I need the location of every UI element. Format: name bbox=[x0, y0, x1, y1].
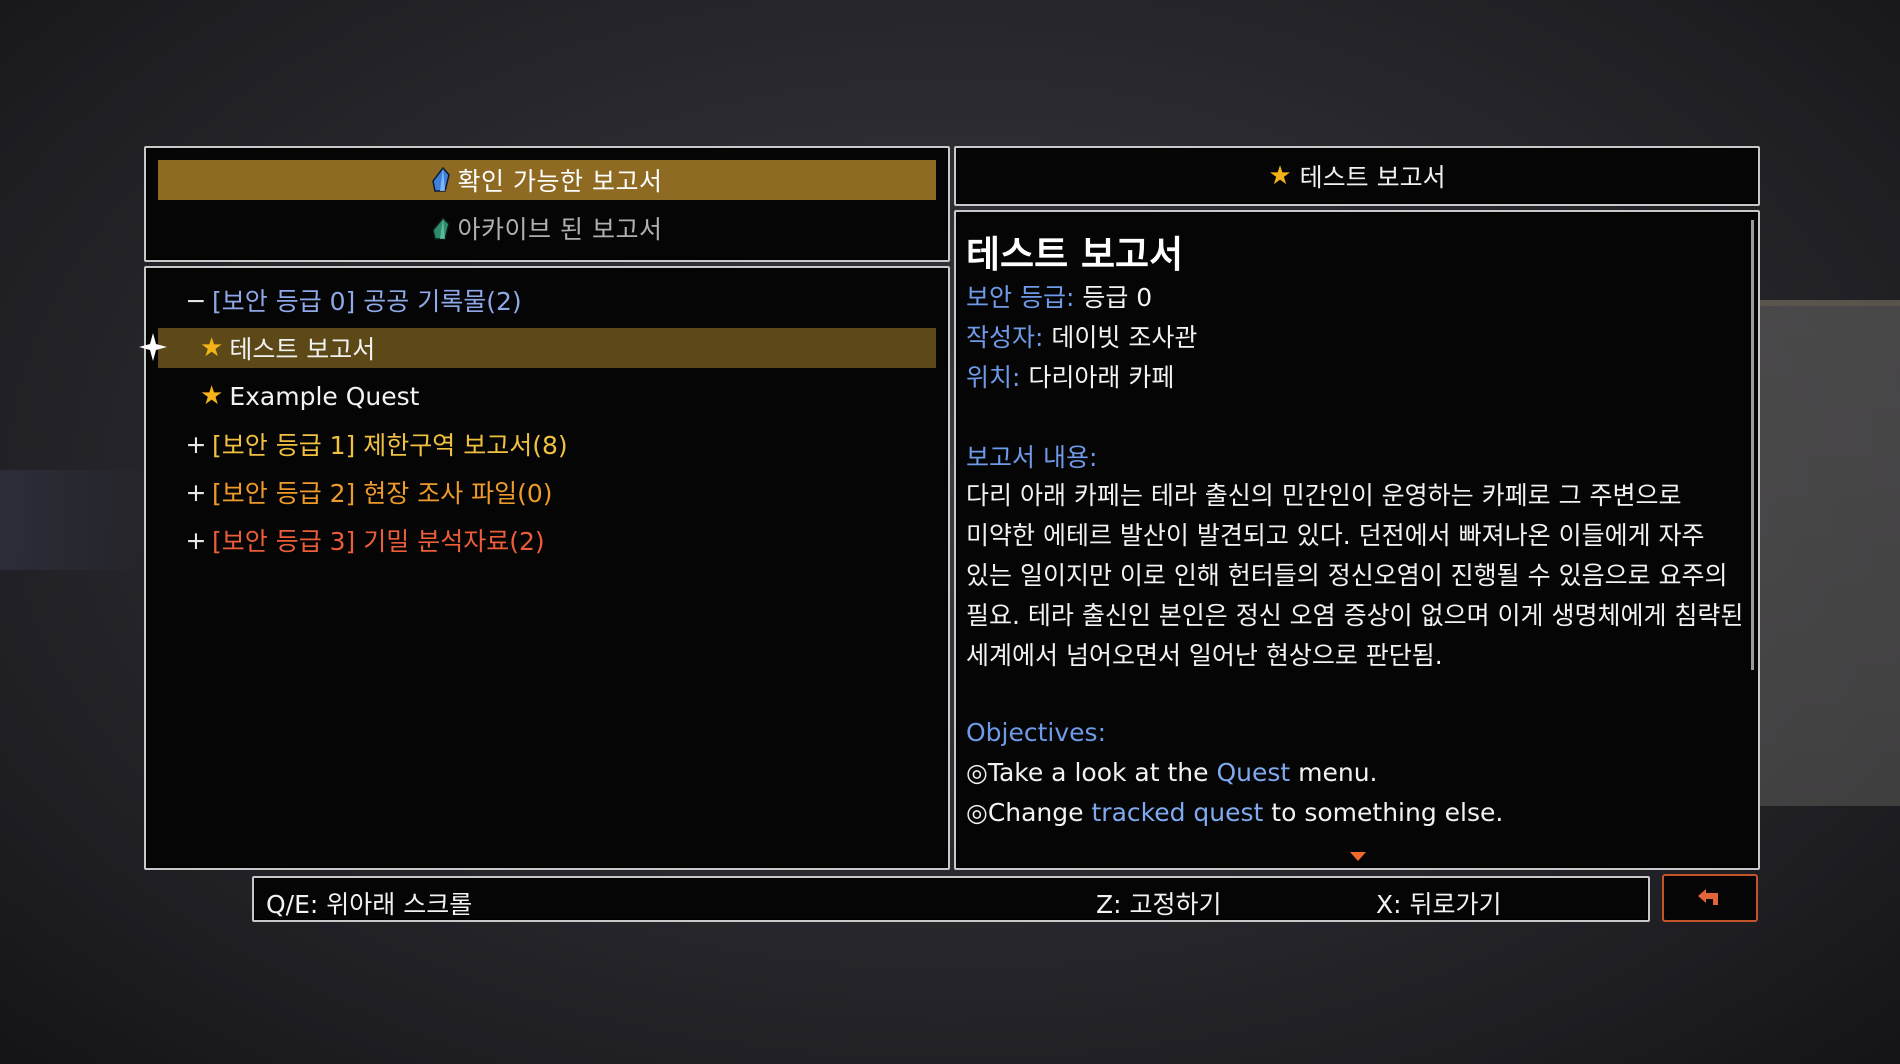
objective-item: ◎Change tracked quest to something else. bbox=[966, 798, 1503, 827]
expand-sign: + bbox=[185, 525, 207, 555]
objective-keyword: tracked quest bbox=[1091, 798, 1264, 827]
location-value: 다리아래 카페 bbox=[1028, 363, 1175, 392]
back-arrow-icon bbox=[1698, 889, 1718, 905]
objective-item: ◎Take a look at the Quest menu. bbox=[966, 758, 1378, 787]
security-grade-label: 보안 등급: bbox=[966, 283, 1075, 312]
back-button[interactable] bbox=[1662, 874, 1758, 922]
list-item-example-quest[interactable]: ★ Example Quest bbox=[158, 376, 936, 416]
list-item-grade1-group[interactable]: + [보안 등급 1] 제한구역 보고서(8) bbox=[158, 424, 936, 464]
back-hint: X: 뒤로가기 bbox=[1376, 890, 1502, 919]
collapse-sign: − bbox=[185, 285, 207, 315]
list-item-label: [보안 등급 1] 제한구역 보고서(8) bbox=[212, 431, 568, 460]
list-item-label: [보안 등급 3] 기밀 분석자료(2) bbox=[212, 527, 545, 556]
objective-text: ◎Change bbox=[966, 798, 1092, 827]
pin-hint: Z: 고정하기 bbox=[1096, 890, 1222, 919]
star-icon: ★ bbox=[1268, 161, 1292, 191]
scroll-hint: Q/E: 위아래 스크롤 bbox=[266, 890, 473, 919]
star-icon: ★ bbox=[200, 333, 224, 363]
objective-text: ◎Take a look at the bbox=[966, 758, 1217, 787]
report-list-panel: − [보안 등급 0] 공공 기록물(2) ★ 테스트 보고서 ★ Exampl… bbox=[139, 266, 950, 870]
detail-header: ★ 테스트 보고서 bbox=[954, 146, 1760, 206]
content-line: 세계에서 넘어오면서 일어난 현상으로 판단됨. bbox=[966, 641, 1443, 670]
objective-keyword: Quest bbox=[1216, 758, 1291, 787]
security-grade-line: 보안 등급: 등급 0 bbox=[966, 278, 1152, 314]
crystal-icon bbox=[431, 167, 450, 192]
background-hud-blur bbox=[0, 470, 150, 570]
report-tabs-panel: 확인 가능한 보고서 아카이브 된 보고서 bbox=[144, 146, 950, 262]
tab-available-reports[interactable]: 확인 가능한 보고서 bbox=[158, 160, 936, 200]
list-item-grade0-group[interactable]: − [보안 등급 0] 공공 기록물(2) bbox=[158, 280, 936, 320]
crystal-icon bbox=[431, 216, 450, 240]
content-label: 보고서 내용: bbox=[966, 443, 1098, 472]
list-item-label: [보안 등급 0] 공공 기록물(2) bbox=[212, 287, 522, 316]
list-item-label: [보안 등급 2] 현장 조사 파일(0) bbox=[212, 479, 553, 508]
background-wall bbox=[1740, 300, 1900, 806]
expand-sign: + bbox=[185, 429, 207, 459]
detail-header-title: 테스트 보고서 bbox=[1299, 163, 1446, 192]
list-item-grade2-group[interactable]: + [보안 등급 2] 현장 조사 파일(0) bbox=[158, 472, 936, 512]
content-line: 있는 일이지만 이로 인해 헌터들의 정신오염이 진행될 수 있음으로 요주의 bbox=[966, 561, 1728, 590]
author-line: 작성자: 데이빗 조사관 bbox=[966, 318, 1197, 354]
report-detail-panel[interactable]: 테스트 보고서 보안 등급: 등급 0 작성자: 데이빗 조사관 위치: 다리아… bbox=[954, 210, 1760, 870]
list-item-grade3-group[interactable]: + [보안 등급 3] 기밀 분석자료(2) bbox=[158, 520, 936, 560]
objective-text: to something else. bbox=[1263, 798, 1504, 827]
expand-sign: + bbox=[185, 477, 207, 507]
scroll-down-indicator-icon bbox=[1350, 852, 1366, 861]
list-item-test-report[interactable]: ★ 테스트 보고서 bbox=[139, 328, 936, 368]
scrollbar[interactable] bbox=[1751, 220, 1754, 670]
list-item-label: 테스트 보고서 bbox=[229, 335, 376, 364]
report-content: 다리 아래 카페는 테라 출신의 민간인이 운영하는 카페로 그 주변으로 미약… bbox=[966, 476, 1746, 676]
sparkle-cursor-icon bbox=[139, 333, 167, 361]
content-line: 필요. 테라 출신인 본인은 정신 오염 증상이 없으며 이게 생명체에게 침략… bbox=[966, 601, 1744, 630]
security-grade-value: 등급 0 bbox=[1082, 283, 1153, 312]
location-line: 위치: 다리아래 카페 bbox=[966, 358, 1174, 394]
tab-archived-label: 아카이브 된 보고서 bbox=[457, 215, 663, 244]
author-label: 작성자: bbox=[966, 323, 1044, 352]
objectives-label: Objectives: bbox=[966, 718, 1106, 747]
content-line: 다리 아래 카페는 테라 출신의 민간인이 운영하는 카페로 그 주변으로 bbox=[966, 481, 1682, 510]
objective-text: menu. bbox=[1290, 758, 1378, 787]
list-item-label: Example Quest bbox=[229, 381, 420, 411]
author-value: 데이빗 조사관 bbox=[1051, 323, 1198, 352]
controls-hint-bar: Q/E: 위아래 스크롤 Z: 고정하기 X: 뒤로가기 bbox=[252, 876, 1650, 922]
tab-available-label: 확인 가능한 보고서 bbox=[457, 167, 663, 196]
star-icon: ★ bbox=[200, 381, 224, 411]
content-line: 미약한 에테르 발산이 발견되고 있다. 던전에서 빠져나온 이들에게 자주 bbox=[966, 521, 1705, 550]
report-title: 테스트 보고서 bbox=[966, 233, 1184, 276]
location-label: 위치: bbox=[966, 363, 1021, 392]
tab-archived-reports[interactable]: 아카이브 된 보고서 bbox=[158, 208, 936, 248]
